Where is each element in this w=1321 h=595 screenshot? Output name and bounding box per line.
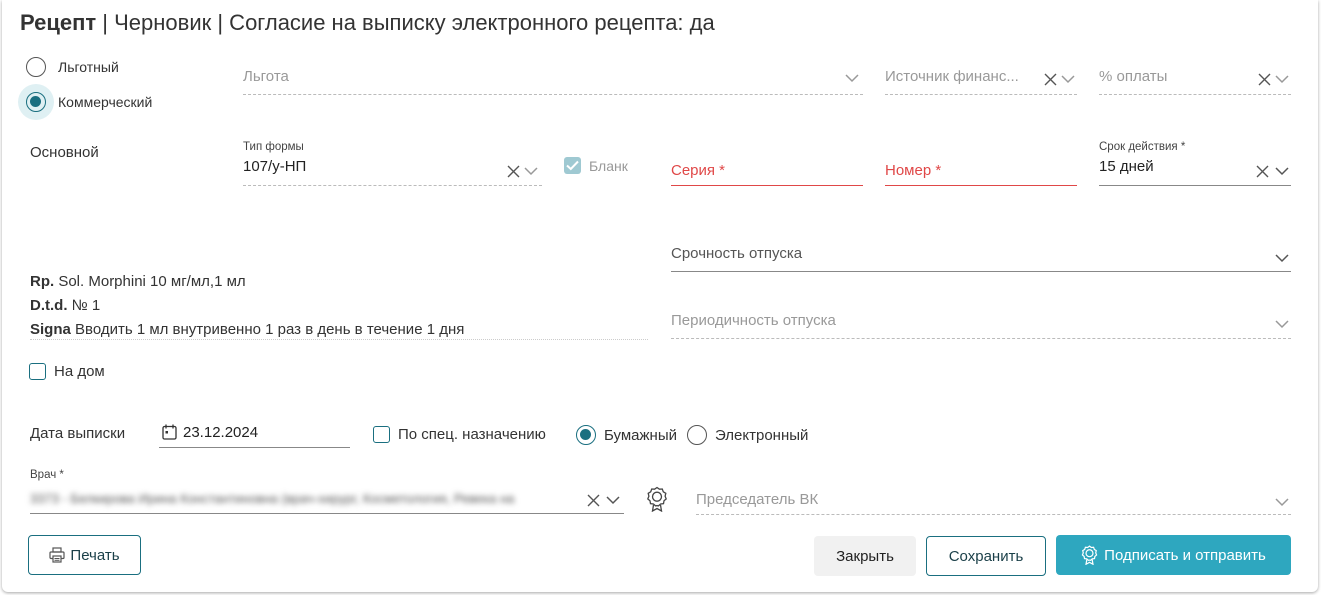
chevron-down-icon[interactable] bbox=[1275, 167, 1289, 176]
radio-label-electronic: Электронный bbox=[715, 426, 809, 444]
form-type-value: 107/у-НП bbox=[243, 158, 307, 175]
chevron-down-icon[interactable] bbox=[1061, 75, 1075, 84]
page-title: Рецепт | Черновик | Согласие на выписку … bbox=[20, 10, 715, 36]
radio-circle-preferential[interactable] bbox=[26, 57, 46, 77]
validity-select[interactable]: 15 дней bbox=[1099, 158, 1291, 186]
validity-label: Срок действия * bbox=[1099, 141, 1186, 153]
home-label: На дом bbox=[54, 363, 105, 380]
urgency-select[interactable]: Срочность отпуска bbox=[671, 245, 1291, 272]
radio-paper[interactable]: Бумажный bbox=[576, 425, 677, 445]
print-button[interactable]: Печать bbox=[28, 535, 141, 575]
radio-circle-paper[interactable] bbox=[576, 425, 596, 445]
chevron-down-icon[interactable] bbox=[1275, 254, 1289, 263]
commission-chair-select[interactable]: Председатель ВК bbox=[696, 488, 1291, 515]
chevron-down-icon[interactable] bbox=[1275, 498, 1289, 507]
check-icon bbox=[566, 160, 579, 171]
number-placeholder: Номер * bbox=[885, 162, 942, 179]
printer-icon bbox=[49, 547, 66, 563]
number-input[interactable]: Номер * bbox=[885, 158, 1077, 186]
home-checkbox-box[interactable] bbox=[29, 363, 46, 380]
benefit-select[interactable]: Льгота bbox=[243, 68, 863, 95]
sign-and-send-button[interactable]: Подписать и отправить bbox=[1056, 535, 1291, 575]
rx-line-dtd: D.t.d. № 1 bbox=[30, 294, 648, 318]
special-checkbox-box[interactable] bbox=[373, 426, 390, 443]
radio-label-paper: Бумажный bbox=[604, 426, 677, 444]
radio-electronic[interactable]: Электронный bbox=[687, 425, 808, 445]
rx-text-rp: Sol. Morphini 10 мг/мл,1 мл bbox=[54, 273, 246, 290]
periodicity-placeholder: Периодичность отпуска bbox=[671, 312, 836, 329]
rx-line-rp: Rp. Sol. Morphini 10 мг/мл,1 мл bbox=[30, 270, 648, 294]
rx-prefix-dtd: D.t.d. bbox=[30, 297, 68, 314]
clear-icon[interactable] bbox=[1256, 165, 1269, 178]
urgency-placeholder: Срочность отпуска bbox=[671, 245, 803, 262]
save-button-label: Сохранить bbox=[948, 547, 1024, 565]
prescription-text[interactable]: Rp. Sol. Morphini 10 мг/мл,1 мл D.t.d. №… bbox=[30, 270, 648, 340]
blank-label: Бланк bbox=[589, 157, 628, 174]
clear-icon[interactable] bbox=[1258, 73, 1271, 86]
radio-circle-electronic[interactable] bbox=[687, 425, 707, 445]
commission-chair-placeholder: Председатель ВК bbox=[696, 491, 819, 508]
clear-icon[interactable] bbox=[587, 494, 600, 507]
chevron-down-icon[interactable] bbox=[606, 496, 620, 505]
form-type-select[interactable]: 107/у-НП bbox=[243, 158, 542, 186]
calendar-icon[interactable] bbox=[162, 424, 177, 440]
series-placeholder: Серия * bbox=[671, 162, 726, 179]
doctor-value: 3373 - Белкирова Ирина Константиновна (в… bbox=[30, 491, 515, 506]
clear-icon[interactable] bbox=[507, 165, 520, 178]
issue-date-value: 23.12.2024 bbox=[183, 424, 259, 441]
close-button-label: Закрыть bbox=[836, 547, 894, 565]
doctor-select[interactable]: 3373 - Белкирова Ирина Константиновна (в… bbox=[30, 487, 624, 514]
issue-date-label: Дата выписки bbox=[30, 425, 126, 442]
home-checkbox[interactable]: На дом bbox=[29, 363, 105, 380]
chevron-down-icon[interactable] bbox=[845, 74, 859, 83]
special-checkbox[interactable]: По спец. назначению bbox=[373, 426, 546, 443]
rx-prefix-rp: Rp. bbox=[30, 273, 55, 290]
series-input[interactable]: Серия * bbox=[671, 158, 863, 186]
special-label: По спец. назначению bbox=[398, 426, 546, 443]
payment-placeholder: % оплаты bbox=[1099, 68, 1168, 85]
close-button[interactable]: Закрыть bbox=[814, 536, 916, 576]
validity-value: 15 дней bbox=[1099, 158, 1154, 175]
issue-date-input[interactable]: 23.12.2024 bbox=[159, 422, 350, 448]
periodicity-select[interactable]: Периодичность отпуска bbox=[671, 312, 1291, 339]
rx-text-signa: Вводить 1 мл внутривенно 1 раз в день в … bbox=[70, 321, 465, 338]
rx-text-dtd: № 1 bbox=[67, 297, 101, 314]
chevron-down-icon[interactable] bbox=[524, 167, 538, 176]
print-button-label: Печать bbox=[70, 546, 120, 564]
prescription-panel: Рецепт | Черновик | Согласие на выписку … bbox=[2, 0, 1318, 592]
radio-circle-commercial[interactable] bbox=[26, 92, 46, 112]
radio-label-preferential: Льготный bbox=[58, 59, 119, 75]
form-type-label: Тип формы bbox=[243, 141, 304, 153]
radio-preferential[interactable]: Льготный bbox=[26, 57, 119, 77]
title-bold: Рецепт bbox=[20, 10, 97, 35]
clear-icon[interactable] bbox=[1044, 73, 1057, 86]
funding-select[interactable]: Источник финанс... bbox=[885, 68, 1077, 95]
section-label-main: Основной bbox=[30, 144, 99, 161]
payment-select[interactable]: % оплаты bbox=[1099, 68, 1291, 95]
doctor-label: Врач * bbox=[30, 469, 64, 481]
radio-commercial[interactable]: Коммерческий bbox=[26, 92, 152, 112]
radio-label-commercial: Коммерческий bbox=[58, 94, 153, 110]
benefit-placeholder: Льгота bbox=[243, 68, 289, 85]
blank-checkbox-box[interactable] bbox=[564, 157, 581, 174]
certificate-icon[interactable] bbox=[646, 486, 668, 512]
funding-placeholder: Источник финанс... bbox=[885, 68, 1019, 85]
chevron-down-icon[interactable] bbox=[1275, 75, 1289, 84]
blank-checkbox[interactable]: Бланк bbox=[564, 157, 628, 174]
title-rest: | Черновик | Согласие на выписку электро… bbox=[96, 10, 715, 35]
rx-line-signa: Signa Вводить 1 мл внутривенно 1 раз в д… bbox=[30, 318, 648, 342]
save-button[interactable]: Сохранить bbox=[926, 536, 1046, 576]
sign-and-send-label: Подписать и отправить bbox=[1104, 546, 1266, 564]
rx-prefix-signa: Signa bbox=[30, 321, 71, 338]
certificate-icon bbox=[1081, 545, 1098, 565]
chevron-down-icon[interactable] bbox=[1275, 320, 1289, 329]
